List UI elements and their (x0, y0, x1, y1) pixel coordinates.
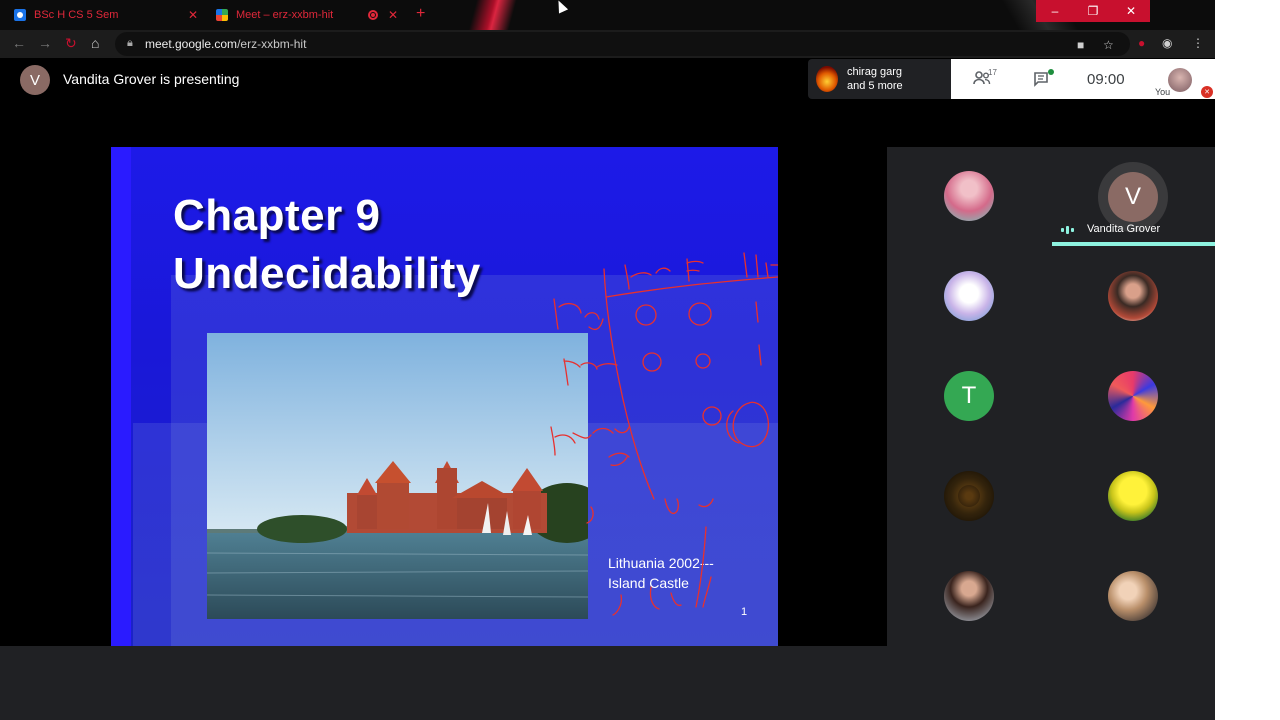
participants-panel: V Vandita Grover T (887, 147, 1215, 646)
profile-avatar[interactable]: ◉ (1162, 36, 1172, 50)
participant-tile[interactable]: V (1108, 172, 1158, 222)
participant-tile[interactable] (1108, 371, 1158, 421)
google-classroom-icon (14, 9, 26, 21)
avatar: V (20, 65, 50, 95)
annotation-ink (550, 252, 778, 616)
meet-header: V Vandita Grover is presenting chirag ga… (0, 58, 1215, 100)
camera-icon[interactable]: ■ (1077, 38, 1084, 52)
browser-toolbar: ← → ↻ ⌂ 🔒︎ meet.google.com/erz-xxbm-hit … (0, 30, 1215, 58)
maximize-button[interactable]: ❐ (1074, 0, 1112, 22)
recording-icon (368, 10, 378, 20)
participant-tile[interactable] (1108, 271, 1158, 321)
browser-tab-strip: BSc H CS 5 Sem ✕ Meet – erz-xxbm-hit ✕ +… (0, 0, 1215, 30)
tab-classroom[interactable]: BSc H CS 5 Sem ✕ (14, 4, 204, 26)
participant-tile[interactable] (944, 271, 994, 321)
chat-icon[interactable] (1033, 71, 1049, 87)
tab-title: BSc H CS 5 Sem (34, 9, 119, 21)
audio-level-icon (1061, 226, 1074, 234)
tab-meet[interactable]: Meet – erz-xxbm-hit ✕ (216, 4, 406, 26)
meet-footer (0, 646, 1215, 720)
reload-icon[interactable]: ↻ (65, 35, 77, 52)
participant-tile[interactable]: T (944, 371, 994, 421)
wallpaper-streak (460, 0, 520, 30)
mic-off-icon: ✕ (1201, 86, 1213, 98)
join-notification-text: chirag garg and 5 more (847, 66, 903, 92)
participant-count: 17 (988, 68, 997, 77)
bookmark-star-icon[interactable]: ☆ (1103, 38, 1114, 52)
avatar (816, 66, 838, 92)
join-notification: chirag garg and 5 more (808, 59, 952, 99)
avatar[interactable] (1168, 68, 1192, 92)
close-icon[interactable]: ✕ (188, 8, 198, 22)
lock-icon: 🔒︎ (127, 37, 133, 49)
extension-icon[interactable]: ● (1138, 36, 1145, 50)
participant-tile[interactable] (1108, 571, 1158, 621)
address-bar[interactable]: 🔒︎ meet.google.com/erz-xxbm-hit ■ ☆ (115, 32, 1130, 56)
presented-slide: Chapter 9 Undecidability Lithuania 2002-… (111, 147, 778, 646)
minimize-button[interactable]: – (1036, 0, 1074, 22)
close-icon[interactable]: ✕ (388, 8, 398, 22)
participant-tile[interactable] (944, 171, 994, 221)
clock: 09:00 (1087, 71, 1125, 88)
home-icon[interactable]: ⌂ (91, 35, 99, 51)
self-label: You (1155, 87, 1171, 97)
window-controls: – ❐ ✕ (1036, 0, 1150, 22)
url-text: meet.google.com/erz-xxbm-hit (145, 37, 307, 51)
participant-tile[interactable] (944, 571, 994, 621)
participant-name: Vandita Grover (1087, 223, 1161, 235)
active-speaker-indicator (1052, 242, 1215, 246)
participant-tile[interactable] (944, 471, 994, 521)
unread-dot (1048, 69, 1054, 75)
close-window-button[interactable]: ✕ (1112, 0, 1150, 22)
participant-tile[interactable] (1108, 471, 1158, 521)
meet-controls: 17 09:00 You ✕ (951, 59, 1215, 99)
new-tab-button[interactable]: + (416, 5, 425, 23)
google-meet-icon (216, 9, 228, 21)
screen-margin (1215, 0, 1280, 720)
menu-icon[interactable]: ⋮ (1192, 36, 1204, 50)
tab-title: Meet – erz-xxbm-hit (236, 9, 334, 21)
forward-icon[interactable]: → (38, 35, 52, 51)
presenting-label: Vandita Grover is presenting (63, 71, 240, 87)
back-icon[interactable]: ← (12, 35, 26, 51)
